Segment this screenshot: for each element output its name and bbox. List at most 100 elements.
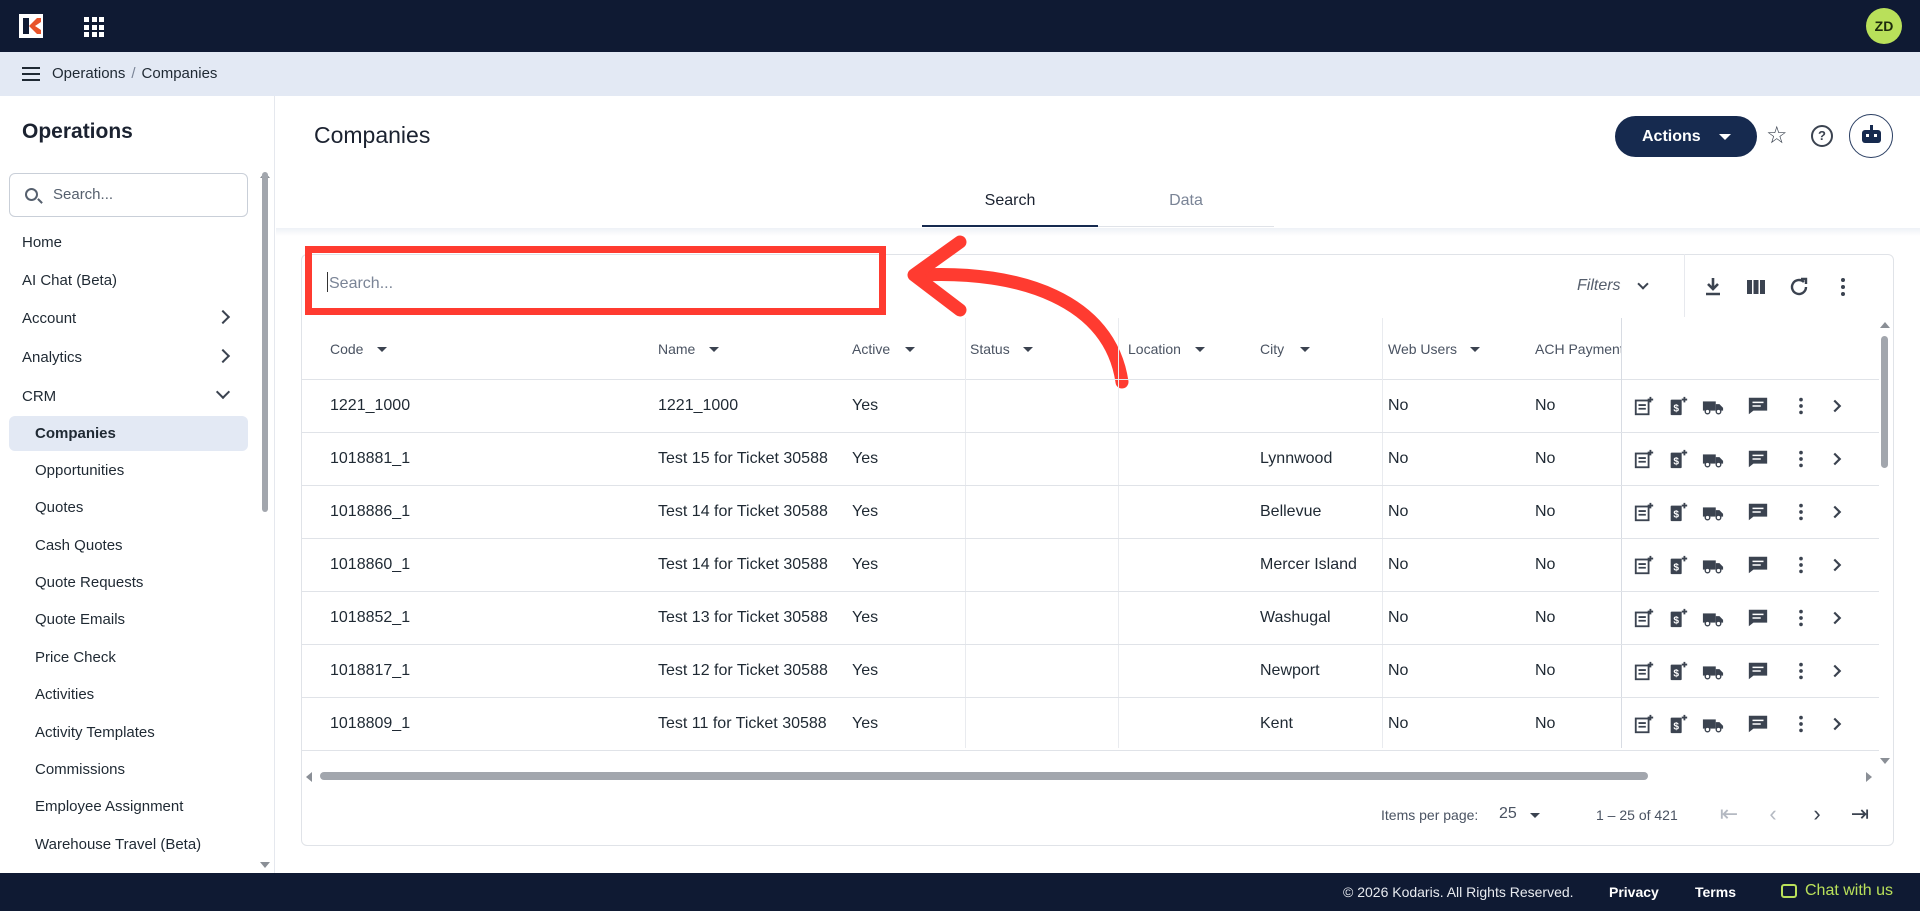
row-more-icon[interactable] [1790, 713, 1812, 735]
shipping-truck-icon[interactable] [1702, 660, 1724, 682]
sidebar-item-quote-requests[interactable]: Quote Requests [35, 572, 143, 594]
sidebar-item-opportunities[interactable]: Opportunities [35, 460, 124, 482]
horizontal-scrollbar[interactable] [320, 772, 1648, 780]
scroll-left-arrow-icon[interactable] [306, 772, 312, 782]
shipping-truck-icon[interactable] [1702, 448, 1724, 470]
sidebar-item-analytics[interactable]: Analytics [22, 347, 82, 369]
shipping-truck-icon[interactable] [1702, 713, 1724, 735]
row-open-chevron-icon[interactable] [1826, 713, 1848, 735]
table-search-input[interactable] [329, 275, 829, 293]
sidebar-item-cash-quotes[interactable]: Cash Quotes [35, 535, 123, 557]
tab-data[interactable]: Data [1098, 192, 1274, 210]
row-open-chevron-icon[interactable] [1826, 607, 1848, 629]
row-more-icon[interactable] [1790, 395, 1812, 417]
add-payment-icon[interactable]: $ [1667, 660, 1689, 682]
sort-caret-icon[interactable] [1470, 347, 1480, 352]
sidebar-item-quote-emails[interactable]: Quote Emails [35, 609, 125, 631]
user-avatar[interactable]: ZD [1866, 8, 1902, 44]
sidebar-search[interactable] [9, 173, 248, 217]
row-open-chevron-icon[interactable] [1826, 395, 1848, 417]
last-page-icon[interactable]: ⇥ [1848, 803, 1872, 827]
add-note-icon[interactable] [1633, 448, 1655, 470]
sidebar-scrollbar[interactable] [262, 172, 268, 512]
first-page-icon[interactable]: ⇤ [1717, 803, 1741, 827]
sidebar-search-input[interactable] [53, 186, 233, 203]
vertical-scrollbar[interactable] [1881, 336, 1888, 468]
column-header-location[interactable]: Location [1128, 341, 1181, 357]
shipping-truck-icon[interactable] [1702, 395, 1724, 417]
sort-caret-icon[interactable] [905, 347, 915, 352]
column-header-web-users[interactable]: Web Users [1388, 341, 1457, 357]
column-header-status[interactable]: Status [970, 341, 1010, 357]
scroll-right-arrow-icon[interactable] [1866, 772, 1872, 782]
column-header-ach-payment[interactable]: ACH Payment [1535, 341, 1621, 357]
column-header-city[interactable]: City [1260, 341, 1284, 357]
sidebar-item-price-check[interactable]: Price Check [35, 647, 116, 669]
comment-icon[interactable] [1747, 501, 1769, 523]
shipping-truck-icon[interactable] [1702, 607, 1724, 629]
row-more-icon[interactable] [1790, 607, 1812, 629]
comment-icon[interactable] [1747, 554, 1769, 576]
sidebar-item-companies[interactable]: Companies [35, 423, 116, 445]
sidebar-item-account[interactable]: Account [22, 308, 76, 330]
add-payment-icon[interactable]: $ [1667, 554, 1689, 576]
scroll-up-arrow-icon[interactable] [1880, 322, 1890, 328]
scroll-down-arrow-icon[interactable] [1880, 758, 1890, 764]
shipping-truck-icon[interactable] [1702, 501, 1724, 523]
sort-caret-icon[interactable] [1300, 347, 1310, 352]
ai-assistant-button[interactable] [1849, 114, 1893, 158]
columns-icon[interactable] [1744, 275, 1768, 299]
row-open-chevron-icon[interactable] [1826, 554, 1848, 576]
sort-caret-icon[interactable] [709, 347, 719, 352]
column-header-code[interactable]: Code [330, 341, 363, 357]
sidebar-item-warehouse-travel[interactable]: Warehouse Travel (Beta) [35, 834, 201, 856]
tab-search[interactable]: Search [922, 192, 1098, 210]
sidebar-item-commissions[interactable]: Commissions [35, 759, 125, 781]
menu-icon[interactable] [22, 67, 40, 81]
terms-link[interactable]: Terms [1695, 884, 1736, 900]
row-open-chevron-icon[interactable] [1826, 660, 1848, 682]
comment-icon[interactable] [1747, 713, 1769, 735]
breadcrumb-section[interactable]: Operations [52, 65, 125, 82]
add-payment-icon[interactable]: $ [1667, 448, 1689, 470]
more-vertical-icon[interactable] [1831, 275, 1855, 299]
row-more-icon[interactable] [1790, 501, 1812, 523]
sidebar-item-home[interactable]: Home [22, 232, 62, 254]
refresh-icon[interactable] [1787, 275, 1811, 299]
add-note-icon[interactable] [1633, 395, 1655, 417]
add-payment-icon[interactable]: $ [1667, 395, 1689, 417]
sidebar-item-crm[interactable]: CRM [22, 386, 56, 408]
sidebar-item-activity-templates[interactable]: Activity Templates [35, 722, 155, 744]
page-size-select[interactable]: 25 [1499, 805, 1517, 823]
sidebar-item-quotes[interactable]: Quotes [35, 497, 83, 519]
actions-button[interactable]: Actions [1615, 116, 1757, 157]
help-icon[interactable]: ? [1811, 125, 1833, 147]
previous-page-icon[interactable]: ‹ [1761, 803, 1785, 827]
row-more-icon[interactable] [1790, 448, 1812, 470]
comment-icon[interactable] [1747, 395, 1769, 417]
row-more-icon[interactable] [1790, 554, 1812, 576]
add-payment-icon[interactable]: $ [1667, 607, 1689, 629]
download-icon[interactable] [1701, 275, 1725, 299]
column-header-active[interactable]: Active [852, 341, 890, 357]
privacy-link[interactable]: Privacy [1609, 884, 1659, 900]
scroll-down-arrow-icon[interactable] [260, 862, 270, 868]
comment-icon[interactable] [1747, 660, 1769, 682]
add-note-icon[interactable] [1633, 607, 1655, 629]
comment-icon[interactable] [1747, 448, 1769, 470]
filters-button[interactable]: Filters [1577, 277, 1621, 295]
add-note-icon[interactable] [1633, 501, 1655, 523]
sort-caret-icon[interactable] [1023, 347, 1033, 352]
add-payment-icon[interactable]: $ [1667, 501, 1689, 523]
apps-grid-icon[interactable] [84, 17, 104, 37]
sidebar-item-activities[interactable]: Activities [35, 684, 94, 706]
row-more-icon[interactable] [1790, 660, 1812, 682]
kodaris-logo-icon[interactable] [19, 14, 43, 38]
add-note-icon[interactable] [1633, 713, 1655, 735]
star-icon[interactable]: ☆ [1766, 124, 1788, 148]
comment-icon[interactable] [1747, 607, 1769, 629]
next-page-icon[interactable]: › [1805, 803, 1829, 827]
row-open-chevron-icon[interactable] [1826, 501, 1848, 523]
sort-caret-icon[interactable] [377, 347, 387, 352]
row-open-chevron-icon[interactable] [1826, 448, 1848, 470]
